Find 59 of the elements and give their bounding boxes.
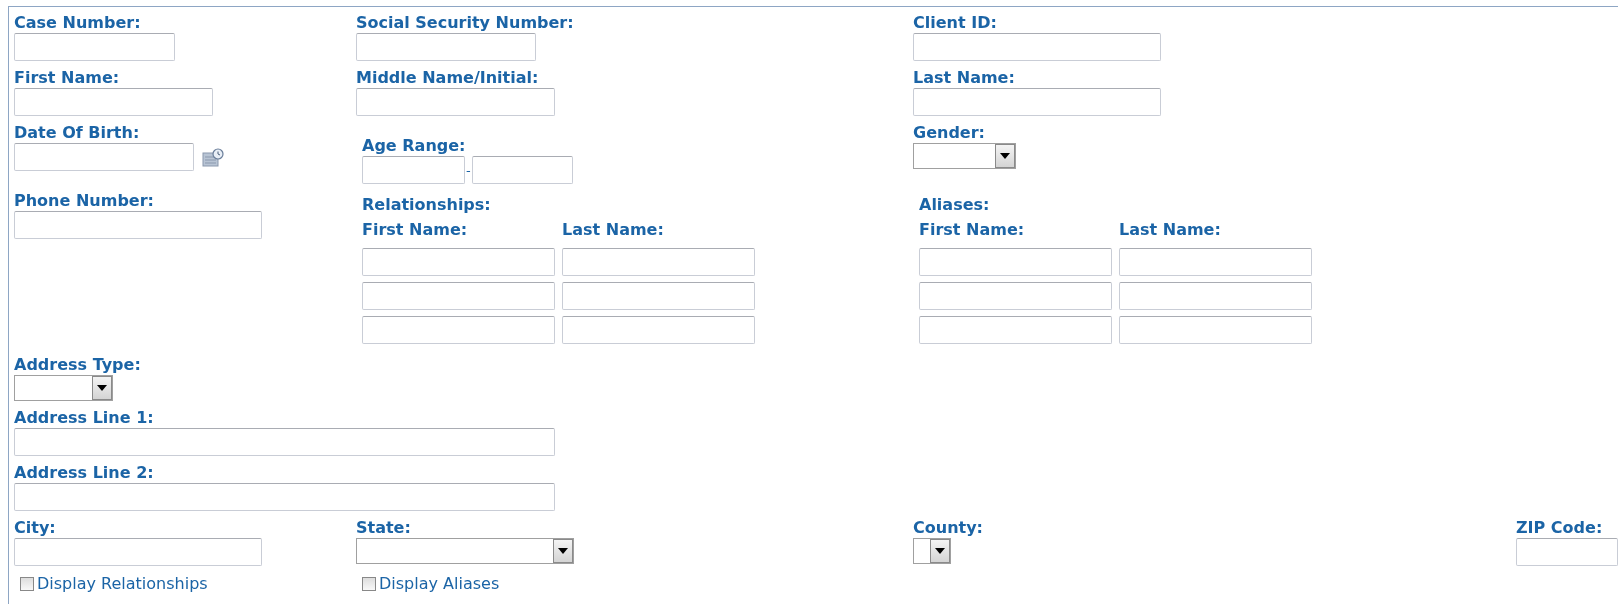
text-field[interactable] xyxy=(1516,538,1618,566)
last-name-field[interactable] xyxy=(1119,248,1312,276)
first-name-field[interactable] xyxy=(919,282,1112,310)
field-label: Date Of Birth: xyxy=(14,122,140,143)
field-label: State: xyxy=(356,517,411,538)
field-label: Aliases: xyxy=(919,194,990,215)
column-label: Last Name: xyxy=(1119,219,1222,240)
first-name-field[interactable] xyxy=(919,316,1112,344)
dropdown-field[interactable] xyxy=(356,538,574,564)
checkbox[interactable] xyxy=(20,576,34,591)
field-label: Social Security Number: xyxy=(356,12,574,33)
checkbox[interactable] xyxy=(362,576,376,591)
field-label: Case Number: xyxy=(14,12,141,33)
field-label: Phone Number: xyxy=(14,190,154,211)
dropdown-field[interactable] xyxy=(14,375,113,401)
text-field[interactable] xyxy=(356,33,536,61)
first-name-field[interactable] xyxy=(362,248,555,276)
field-label: Client ID: xyxy=(913,12,997,33)
text-field[interactable] xyxy=(14,211,262,239)
dropdown-field[interactable] xyxy=(913,143,1016,169)
checkbox-label[interactable]: Display Relationships xyxy=(37,574,208,593)
checkbox-label[interactable]: Display Aliases xyxy=(379,574,500,593)
text-field[interactable] xyxy=(14,538,262,566)
field-label: Address Line 2: xyxy=(14,462,154,483)
calendar-icon[interactable] xyxy=(202,147,224,167)
text-field[interactable] xyxy=(14,428,555,456)
field-label: ZIP Code: xyxy=(1516,517,1603,538)
field-label: Last Name: xyxy=(913,67,1015,88)
field-label: First Name: xyxy=(14,67,120,88)
dropdown-field[interactable] xyxy=(913,538,951,564)
last-name-field[interactable] xyxy=(562,282,755,310)
text-field[interactable] xyxy=(913,88,1161,116)
column-label: First Name: xyxy=(362,219,469,240)
field-label: Age Range: xyxy=(362,135,467,156)
text-field[interactable] xyxy=(14,33,175,61)
range-to-field[interactable] xyxy=(471,156,573,184)
column-label: Last Name: xyxy=(562,219,665,240)
date-field[interactable] xyxy=(14,143,194,171)
text-field[interactable] xyxy=(913,33,1161,61)
field-label: Relationships: xyxy=(362,194,491,215)
last-name-field[interactable] xyxy=(1119,282,1312,310)
field-label: Address Type: xyxy=(14,354,141,375)
range-from-field[interactable] xyxy=(362,156,465,184)
last-name-field[interactable] xyxy=(562,316,755,344)
field-label: City: xyxy=(14,517,56,538)
field-label: Gender: xyxy=(913,122,985,143)
range-separator: - xyxy=(466,162,471,178)
field-label: County: xyxy=(913,517,983,538)
first-name-field[interactable] xyxy=(362,316,555,344)
column-label: First Name: xyxy=(919,219,1026,240)
text-field[interactable] xyxy=(14,483,555,511)
first-name-field[interactable] xyxy=(919,248,1112,276)
field-label: Address Line 1: xyxy=(14,407,154,428)
field-label: Middle Name/Initial: xyxy=(356,67,539,88)
first-name-field[interactable] xyxy=(362,282,555,310)
last-name-field[interactable] xyxy=(1119,316,1312,344)
last-name-field[interactable] xyxy=(562,248,755,276)
text-field[interactable] xyxy=(356,88,555,116)
text-field[interactable] xyxy=(14,88,213,116)
